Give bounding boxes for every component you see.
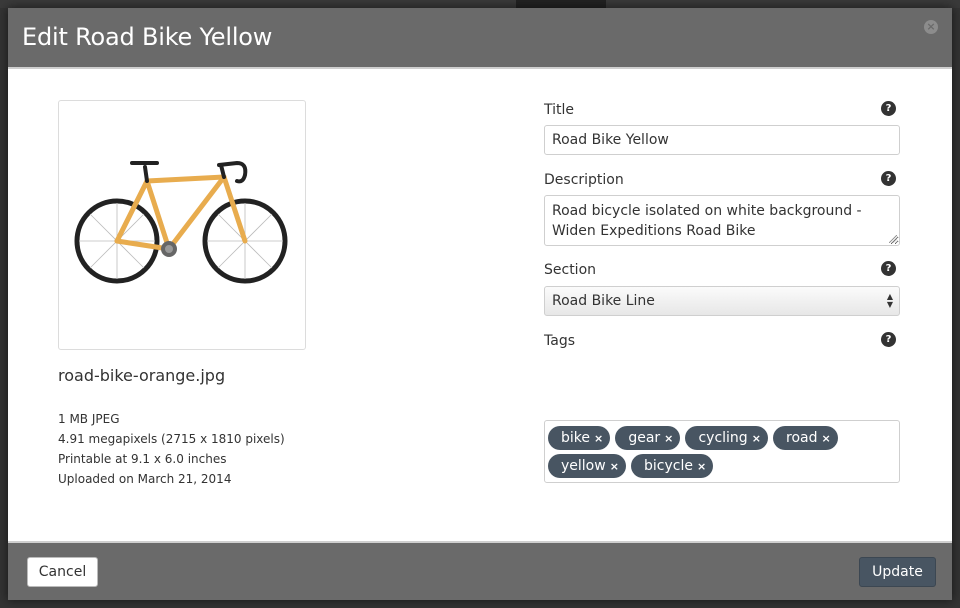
edit-asset-modal: Edit Road Bike Yellow × road-bike-orange… [8, 8, 952, 600]
asset-uploaded: Uploaded on March 21, 2014 [58, 472, 232, 486]
tag-chip[interactable]: road × [773, 426, 838, 450]
modal-header: Edit Road Bike Yellow × [8, 8, 952, 69]
tag-chip[interactable]: yellow × [548, 454, 626, 478]
asset-preview [58, 100, 306, 350]
title-label: Title [544, 102, 575, 118]
cancel-button[interactable]: Cancel [27, 557, 98, 587]
tag-label: yellow [561, 458, 606, 474]
modal-title: Edit Road Bike Yellow [22, 23, 273, 51]
x-icon[interactable]: × [752, 432, 761, 445]
asset-megapixels: 4.91 megapixels (2715 x 1810 pixels) [58, 432, 285, 446]
close-icon[interactable]: × [924, 20, 938, 34]
x-icon[interactable]: × [610, 460, 619, 473]
x-icon[interactable]: × [821, 432, 830, 445]
tag-label: road [786, 430, 818, 446]
tag-chip[interactable]: bike × [548, 426, 611, 450]
bicycle-image [74, 160, 288, 284]
question-circle-icon[interactable]: ? [881, 261, 896, 276]
tags-row: yellow × bicycle × [548, 454, 899, 482]
tag-label: cycling [698, 430, 748, 446]
asset-printable: Printable at 9.1 x 6.0 inches [58, 452, 227, 466]
x-icon[interactable]: × [664, 432, 673, 445]
question-circle-icon[interactable]: ? [881, 171, 896, 186]
up-down-arrows-icon: ▲ ▼ [886, 292, 893, 309]
description-text: Road bicycle isolated on white backgroun… [552, 203, 862, 239]
description-textarea[interactable]: Road bicycle isolated on white backgroun… [544, 195, 900, 246]
tags-label: Tags [544, 333, 575, 349]
tags-row: bike × gear × cycling × road × [548, 426, 899, 454]
tag-chip[interactable]: bicycle × [631, 454, 714, 478]
tag-chip[interactable]: gear × [615, 426, 681, 450]
asset-filename: road-bike-orange.jpg [58, 366, 226, 385]
update-button[interactable]: Update [859, 557, 936, 587]
section-selected-value: Road Bike Line [552, 293, 655, 309]
x-icon[interactable]: × [594, 432, 603, 445]
title-input[interactable] [544, 125, 900, 155]
section-select[interactable]: Road Bike Line ▲ ▼ [544, 286, 900, 316]
tag-label: bicycle [644, 458, 693, 474]
asset-size-type: 1 MB JPEG [58, 412, 120, 426]
tags-input[interactable]: bike × gear × cycling × road × yellow × bicyc… [544, 420, 900, 483]
x-icon[interactable]: × [697, 460, 706, 473]
question-circle-icon[interactable]: ? [881, 101, 896, 116]
tag-chip[interactable]: cycling × [685, 426, 768, 450]
description-label: Description [544, 172, 624, 188]
modal-body: road-bike-orange.jpg 1 MB JPEG 4.91 mega… [8, 69, 952, 539]
question-circle-icon[interactable]: ? [881, 332, 896, 347]
tag-label: gear [628, 430, 661, 446]
resize-grip-icon[interactable] [889, 235, 897, 243]
tag-label: bike [561, 430, 590, 446]
backdrop-tab [516, 0, 606, 8]
section-label: Section [544, 262, 597, 278]
modal-footer: Cancel Update [8, 541, 952, 600]
